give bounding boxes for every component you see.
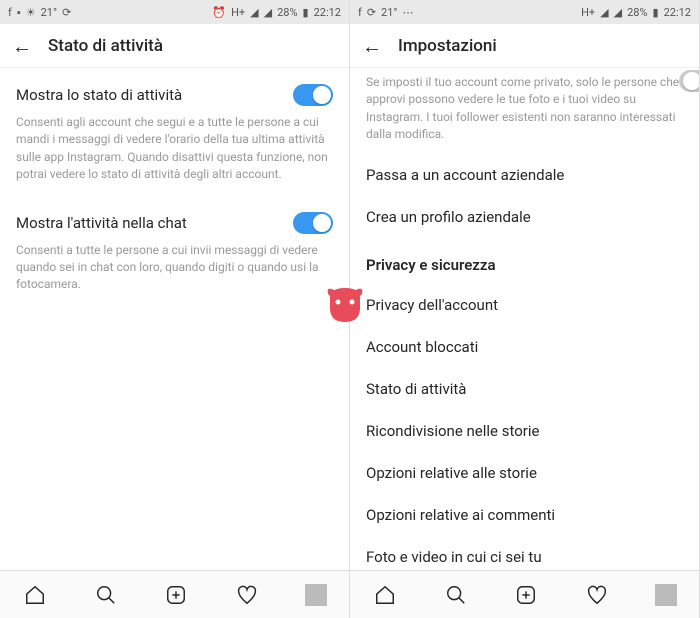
setting-desc: Consenti a tutte le persone a cui invii …	[16, 242, 333, 306]
add-icon[interactable]	[163, 582, 189, 608]
signal-icon-2: ◢	[614, 6, 622, 19]
menu-business-create[interactable]: Crea un profilo aziendale	[366, 196, 683, 238]
app-header: ← Stato di attività	[0, 24, 349, 68]
page-title: Stato di attività	[48, 36, 163, 56]
search-icon[interactable]	[93, 582, 119, 608]
setting-label: Mostra l'attività nella chat	[16, 214, 187, 232]
dots-icon: ⋯	[403, 6, 414, 19]
heart-icon[interactable]	[584, 582, 610, 608]
status-bar: f ▪ ☀ 21° ⟳ ⏰ H+ ◢ ◢ 28% ▮ 22:12	[0, 0, 349, 24]
phone-right: f ⟳ 21° ⋯ H+ ◢ ◢ 28% ▮ 22:12 ← Impostazi…	[350, 0, 700, 618]
menu-comment-options[interactable]: Opzioni relative ai commenti	[366, 494, 683, 536]
setting-chat-activity: Mostra l'attività nella chat	[16, 196, 333, 242]
setting-label: Mostra lo stato di attività	[16, 86, 182, 104]
home-icon[interactable]	[22, 582, 48, 608]
profile-icon[interactable]	[305, 584, 327, 606]
image-icon: ▪	[17, 6, 21, 19]
alarm-icon: ⏰	[212, 6, 226, 19]
home-icon[interactable]	[372, 582, 398, 608]
section-privacy-header: Privacy e sicurezza	[366, 238, 683, 284]
back-icon[interactable]: ←	[362, 36, 382, 56]
status-bar: f ⟳ 21° ⋯ H+ ◢ ◢ 28% ▮ 22:12	[350, 0, 699, 24]
clock: 22:12	[664, 6, 691, 19]
battery-icon: ▮	[653, 6, 659, 19]
sync-icon: ⟳	[62, 6, 71, 19]
toggle-partial[interactable]	[679, 70, 699, 92]
bottom-nav	[350, 570, 699, 618]
page-title: Impostazioni	[398, 36, 497, 56]
signal-icon-2: ◢	[264, 6, 272, 19]
battery-percent: 28%	[277, 6, 297, 19]
temp-label: 21°	[41, 6, 57, 19]
privacy-desc: Se imposti il tuo account come privato, …	[366, 68, 683, 154]
menu-business-switch[interactable]: Passa a un account aziendale	[366, 154, 683, 196]
phone-left: f ▪ ☀ 21° ⟳ ⏰ H+ ◢ ◢ 28% ▮ 22:12 ← Stato…	[0, 0, 350, 618]
app-header: ← Impostazioni	[350, 24, 699, 68]
menu-story-options[interactable]: Opzioni relative alle storie	[366, 452, 683, 494]
toggle-activity-status[interactable]	[293, 84, 333, 106]
signal-icon: ◢	[250, 6, 258, 19]
toggle-chat-activity[interactable]	[293, 212, 333, 234]
battery-icon: ▮	[303, 6, 309, 19]
setting-activity-status: Mostra lo stato di attività	[16, 68, 333, 114]
temp-label: 21°	[381, 6, 397, 19]
menu-account-privacy[interactable]: Privacy dell'account	[366, 284, 683, 326]
sync-icon: ⟳	[367, 6, 376, 19]
back-icon[interactable]: ←	[12, 36, 32, 56]
signal-icon: ◢	[600, 6, 608, 19]
content-area: Se imposti il tuo account come privato, …	[350, 68, 699, 570]
profile-icon[interactable]	[655, 584, 677, 606]
facebook-icon: f	[8, 6, 12, 19]
search-icon[interactable]	[443, 582, 469, 608]
facebook-icon: f	[358, 6, 362, 19]
setting-desc: Consenti agli account che segui e a tutt…	[16, 114, 333, 196]
menu-blocked-accounts[interactable]: Account bloccati	[366, 326, 683, 368]
menu-photos-of-you[interactable]: Foto e video in cui ci sei tu	[366, 536, 683, 570]
heart-icon[interactable]	[234, 582, 260, 608]
network-type: H+	[581, 6, 595, 19]
add-icon[interactable]	[513, 582, 539, 608]
content-area: Mostra lo stato di attività Consenti agl…	[0, 68, 349, 570]
bottom-nav	[0, 570, 349, 618]
weather-icon: ☀	[26, 6, 36, 19]
menu-story-reshare[interactable]: Ricondivisione nelle storie	[366, 410, 683, 452]
menu-activity-status[interactable]: Stato di attività	[366, 368, 683, 410]
clock: 22:12	[314, 6, 341, 19]
battery-percent: 28%	[627, 6, 647, 19]
network-type: H+	[231, 6, 245, 19]
